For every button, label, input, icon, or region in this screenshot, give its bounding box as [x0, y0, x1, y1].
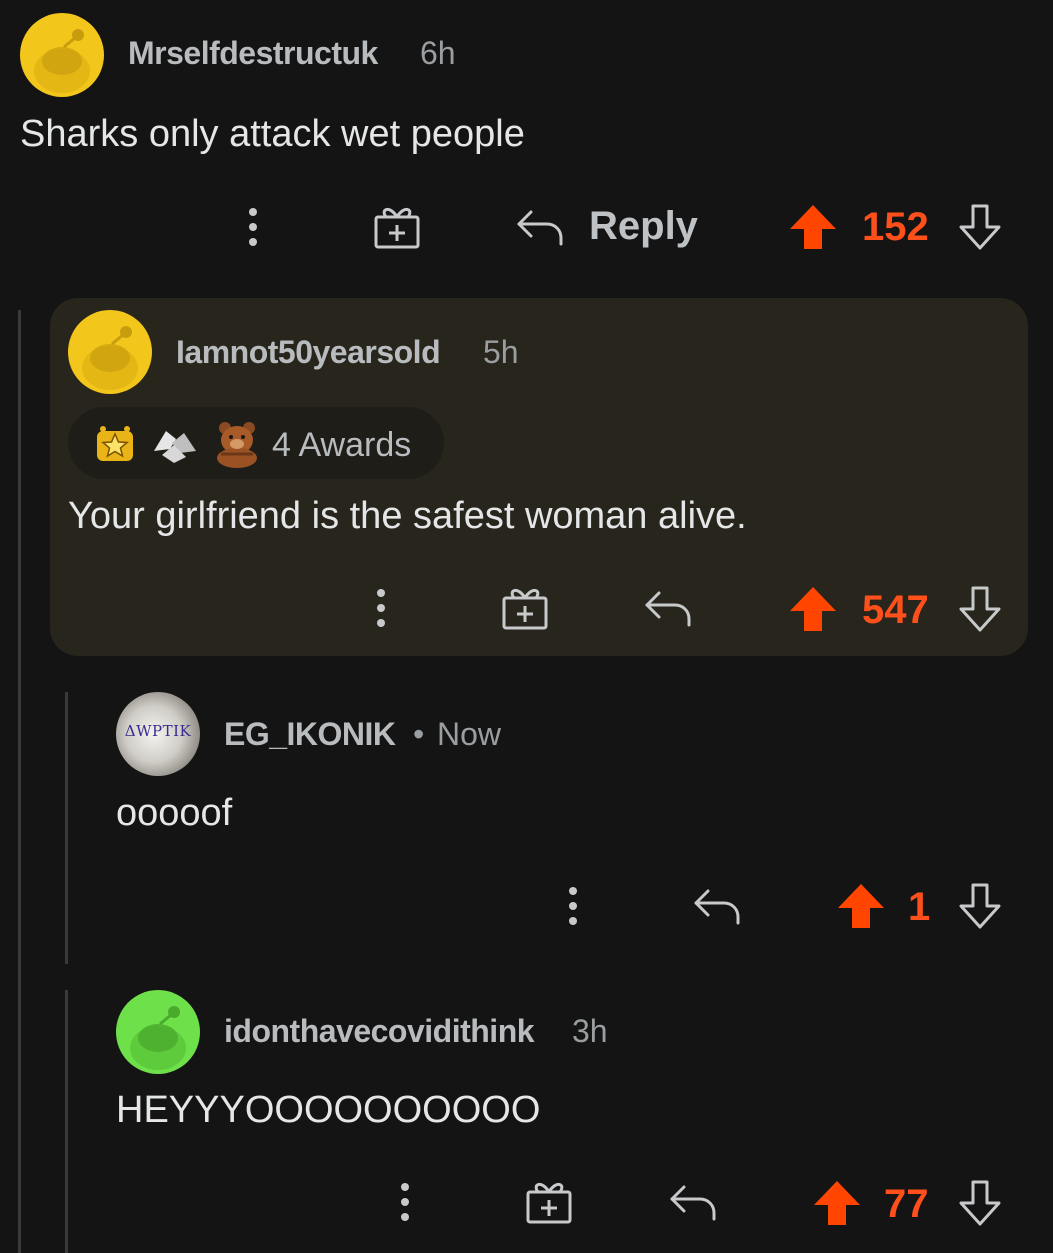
reply-arrow-icon[interactable]: [692, 887, 742, 927]
handshake-award-icon: [150, 421, 200, 465]
gift-award-icon[interactable]: [524, 1178, 574, 1226]
username[interactable]: Iamnot50yearsold: [176, 334, 441, 371]
comment-body: HEYYYOOOOOOOOOO: [116, 1089, 541, 1131]
more-vertical-icon[interactable]: [390, 1180, 420, 1226]
bear-award-icon: [213, 418, 261, 468]
vote-score: 152: [862, 205, 929, 249]
downvote-arrow-icon[interactable]: [957, 585, 1003, 633]
star-award-icon: [93, 421, 137, 465]
gift-award-icon[interactable]: [372, 203, 422, 251]
avatar-text: ΔWPTIK: [124, 722, 192, 740]
gift-award-icon[interactable]: [500, 584, 550, 632]
comment-body: ooooof: [116, 792, 233, 834]
avatar[interactable]: [20, 13, 104, 97]
timestamp: 5h: [483, 334, 519, 370]
separator-dot: •: [413, 716, 425, 752]
vote-score: 77: [884, 1182, 929, 1226]
timestamp: 6h: [420, 35, 456, 71]
upvote-arrow-icon[interactable]: [788, 585, 838, 633]
downvote-arrow-icon[interactable]: [957, 203, 1003, 251]
timestamp: Now: [437, 716, 502, 752]
upvote-arrow-icon[interactable]: [812, 1179, 862, 1227]
avatar[interactable]: [116, 990, 200, 1074]
reply-button[interactable]: Reply: [589, 204, 698, 249]
timestamp: 3h: [572, 1013, 608, 1049]
avatar[interactable]: [68, 310, 152, 394]
vote-score: 1: [908, 885, 931, 929]
upvote-arrow-icon[interactable]: [788, 203, 838, 251]
username[interactable]: EG_IKONIK: [224, 716, 396, 753]
comment-body: Sharks only attack wet people: [20, 113, 525, 155]
thread-line-level2b: [65, 990, 68, 1253]
more-vertical-icon[interactable]: [238, 205, 268, 251]
reply-arrow-icon[interactable]: [643, 589, 693, 629]
awards-count: 4 Awards: [272, 426, 412, 464]
comment-body: Your girlfriend is the safest woman aliv…: [68, 495, 747, 537]
thread-line-level1: [18, 310, 21, 1253]
downvote-arrow-icon[interactable]: [957, 882, 1003, 930]
username[interactable]: Mrselfdestructuk: [128, 35, 378, 72]
more-vertical-icon[interactable]: [558, 884, 588, 930]
reply-arrow-icon[interactable]: [668, 1183, 718, 1223]
thread-line-level2a: [65, 692, 68, 964]
username[interactable]: idonthavecovidithink: [224, 1013, 535, 1050]
more-vertical-icon[interactable]: [366, 586, 396, 632]
vote-score: 547: [862, 588, 929, 632]
downvote-arrow-icon[interactable]: [957, 1179, 1003, 1227]
avatar[interactable]: ΔWPTIK: [116, 692, 200, 776]
reply-arrow-icon[interactable]: [515, 208, 565, 248]
upvote-arrow-icon[interactable]: [836, 882, 886, 930]
